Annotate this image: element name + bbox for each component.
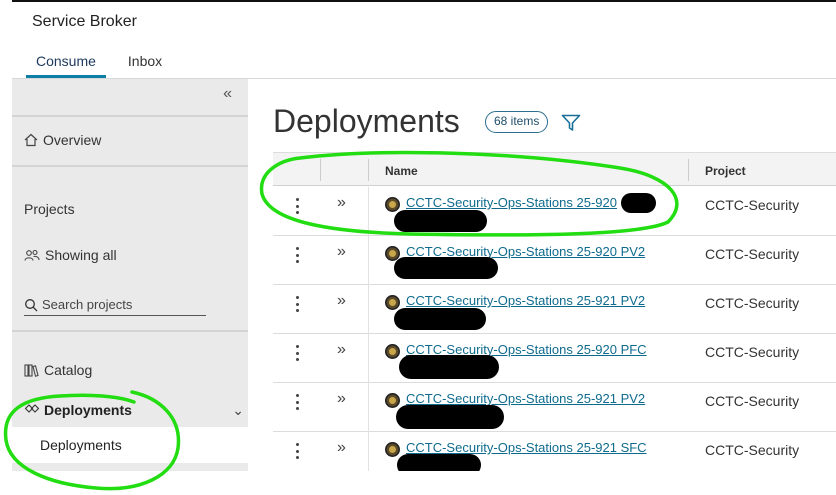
sidebar-item-overview[interactable]: Overview xyxy=(24,132,101,148)
row-actions-icon[interactable] xyxy=(290,245,304,265)
redaction-mark xyxy=(396,405,504,429)
deployment-icon xyxy=(385,393,400,408)
deployments-grid: Name Project » CCTC-Security-Ops-Station… xyxy=(273,152,836,471)
deployment-icon xyxy=(385,442,400,457)
row-actions-icon[interactable] xyxy=(290,343,304,363)
deployment-project: CCTC-Security xyxy=(705,246,800,262)
page-title: Deployments xyxy=(273,103,460,139)
table-row: » CCTC-Security-Ops-Stations 25-920 CCTC… xyxy=(273,187,836,236)
grid-header: Name Project xyxy=(273,152,836,186)
deployments-icon xyxy=(24,404,40,413)
item-count-badge: 68 items xyxy=(485,111,549,133)
row-actions-icon[interactable] xyxy=(290,441,304,461)
users-icon xyxy=(24,249,40,261)
deployment-icon xyxy=(385,295,400,310)
search-projects-input[interactable] xyxy=(42,297,202,312)
table-row: » CCTC-Security-Ops-Stations 25-920 PFC … xyxy=(273,334,836,383)
deployment-icon xyxy=(385,197,400,212)
table-row: » CCTC-Security-Ops-Stations 25-920 PV2 … xyxy=(273,236,836,285)
column-divider xyxy=(320,159,321,181)
sidebar-item-label: Showing all xyxy=(45,247,117,263)
tab-inbox[interactable]: Inbox xyxy=(118,53,172,78)
deployment-project: CCTC-Security xyxy=(705,442,800,458)
deployment-name-link[interactable]: CCTC-Security-Ops-Stations 25-920 xyxy=(406,195,617,210)
sidebar-group-label: Deployments xyxy=(44,402,132,418)
table-row: » CCTC-Security-Ops-Stations 25-921 PV2 … xyxy=(273,285,836,334)
redaction-mark xyxy=(394,308,486,330)
deployment-name-link[interactable]: CCTC-Security-Ops-Stations 25-921 PV2 xyxy=(406,391,645,406)
expand-row-icon[interactable]: » xyxy=(337,243,346,261)
sidebar-item-catalog[interactable]: Catalog xyxy=(24,362,92,378)
sidebar-item-label: Catalog xyxy=(44,362,93,378)
home-icon xyxy=(24,133,38,147)
expand-row-icon[interactable]: » xyxy=(337,194,346,212)
expand-row-icon[interactable]: » xyxy=(337,341,346,359)
redaction-mark xyxy=(394,210,487,232)
table-row: » CCTC-Security-Ops-Stations 25-921 PV2 … xyxy=(273,383,836,432)
expand-row-icon[interactable]: » xyxy=(337,439,346,457)
row-actions-icon[interactable] xyxy=(290,196,304,216)
redaction-mark xyxy=(394,257,498,279)
sidebar-divider xyxy=(12,330,248,332)
chevron-down-icon[interactable]: ⌄ xyxy=(232,402,244,419)
expand-row-icon[interactable]: » xyxy=(337,292,346,310)
deployment-project: CCTC-Security xyxy=(705,295,800,311)
projects-heading: Projects xyxy=(24,201,75,217)
row-actions-icon[interactable] xyxy=(290,294,304,314)
sidebar-item-label: Deployments xyxy=(40,437,122,453)
redaction-mark xyxy=(621,193,656,213)
redaction-mark xyxy=(397,454,481,471)
sidebar-item-showing-all[interactable]: Showing all xyxy=(24,247,117,263)
sidebar-group-deployments[interactable]: Deployments ⌄ xyxy=(24,402,244,418)
catalog-icon xyxy=(24,364,39,377)
redaction-mark xyxy=(399,355,499,379)
deployment-icon xyxy=(385,344,400,359)
table-row: » CCTC-Security-Ops-Stations 25-921 SFC … xyxy=(273,432,836,471)
sidebar-divider xyxy=(12,115,248,117)
deployment-project: CCTC-Security xyxy=(705,197,800,213)
column-divider xyxy=(688,159,689,181)
sidebar-item-deployments[interactable]: Deployments xyxy=(12,427,248,463)
tab-consume[interactable]: Consume xyxy=(26,53,106,78)
expand-row-icon[interactable]: » xyxy=(337,390,346,408)
sidebar-divider xyxy=(12,165,248,167)
column-divider xyxy=(368,159,369,181)
app-title: Service Broker xyxy=(32,13,137,30)
row-actions-icon[interactable] xyxy=(290,392,304,412)
double-chevron-left-icon[interactable]: « xyxy=(223,85,232,103)
deployment-name-link[interactable]: CCTC-Security-Ops-Stations 25-921 PV2 xyxy=(406,293,645,308)
search-icon xyxy=(25,298,38,311)
top-tabs: Consume Inbox xyxy=(26,53,184,78)
column-header-project[interactable]: Project xyxy=(705,164,746,178)
filter-icon[interactable] xyxy=(561,114,581,132)
window-top-border xyxy=(12,0,836,2)
sidebar-item-label: Overview xyxy=(43,132,102,148)
deployment-project: CCTC-Security xyxy=(705,393,800,409)
deployment-project: CCTC-Security xyxy=(705,344,800,360)
project-search xyxy=(24,297,206,316)
column-header-name[interactable]: Name xyxy=(385,164,418,178)
deployment-name-link[interactable]: CCTC-Security-Ops-Stations 25-921 SFC xyxy=(406,440,647,455)
sidebar: « Overview Projects Showing all Catalog … xyxy=(12,79,248,471)
